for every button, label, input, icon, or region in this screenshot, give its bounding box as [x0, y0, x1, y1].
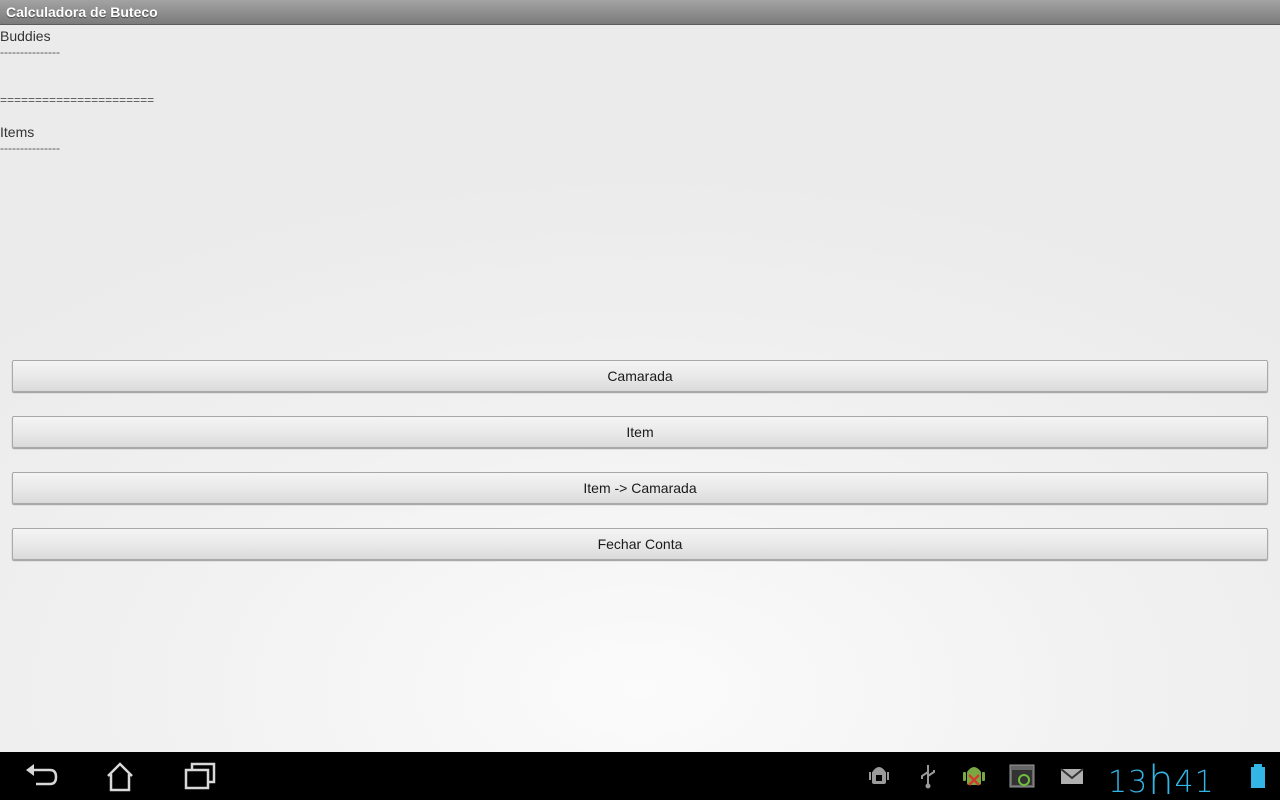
title-bar: Calculadora de Buteco — [0, 0, 1280, 25]
fechar-conta-button[interactable]: Fechar Conta — [12, 528, 1268, 560]
clock-hours: 13 — [1108, 765, 1149, 800]
clock: 13h41 — [1108, 756, 1215, 800]
app-title: Calculadora de Buteco — [6, 4, 158, 20]
camarada-button[interactable]: Camarada — [12, 360, 1268, 392]
item-to-camarada-button[interactable]: Item -> Camarada — [12, 472, 1268, 504]
clock-minutes: 41 — [1174, 765, 1215, 800]
buddies-label: Buddies — [0, 28, 51, 44]
screenshot-icon[interactable] — [1008, 762, 1036, 790]
clock-separator: h — [1148, 758, 1175, 800]
item-button[interactable]: Item — [12, 416, 1268, 448]
system-navigation-bar: 13h41 — [0, 752, 1280, 800]
android-debug-icon[interactable] — [865, 762, 893, 790]
battery-icon[interactable] — [1244, 762, 1272, 790]
app-window: Calculadora de Buteco Buddies ----------… — [0, 0, 1280, 752]
home-icon[interactable] — [100, 760, 140, 792]
section-separator: ====================== — [0, 93, 155, 107]
recent-apps-icon[interactable] — [180, 760, 220, 792]
back-icon[interactable] — [22, 760, 62, 792]
items-label: Items — [0, 124, 35, 140]
android-error-icon[interactable] — [960, 762, 988, 790]
gmail-icon[interactable] — [1058, 762, 1086, 790]
items-separator: --------------- — [0, 141, 60, 155]
buddies-separator: --------------- — [0, 45, 60, 59]
usb-icon[interactable] — [914, 762, 942, 790]
